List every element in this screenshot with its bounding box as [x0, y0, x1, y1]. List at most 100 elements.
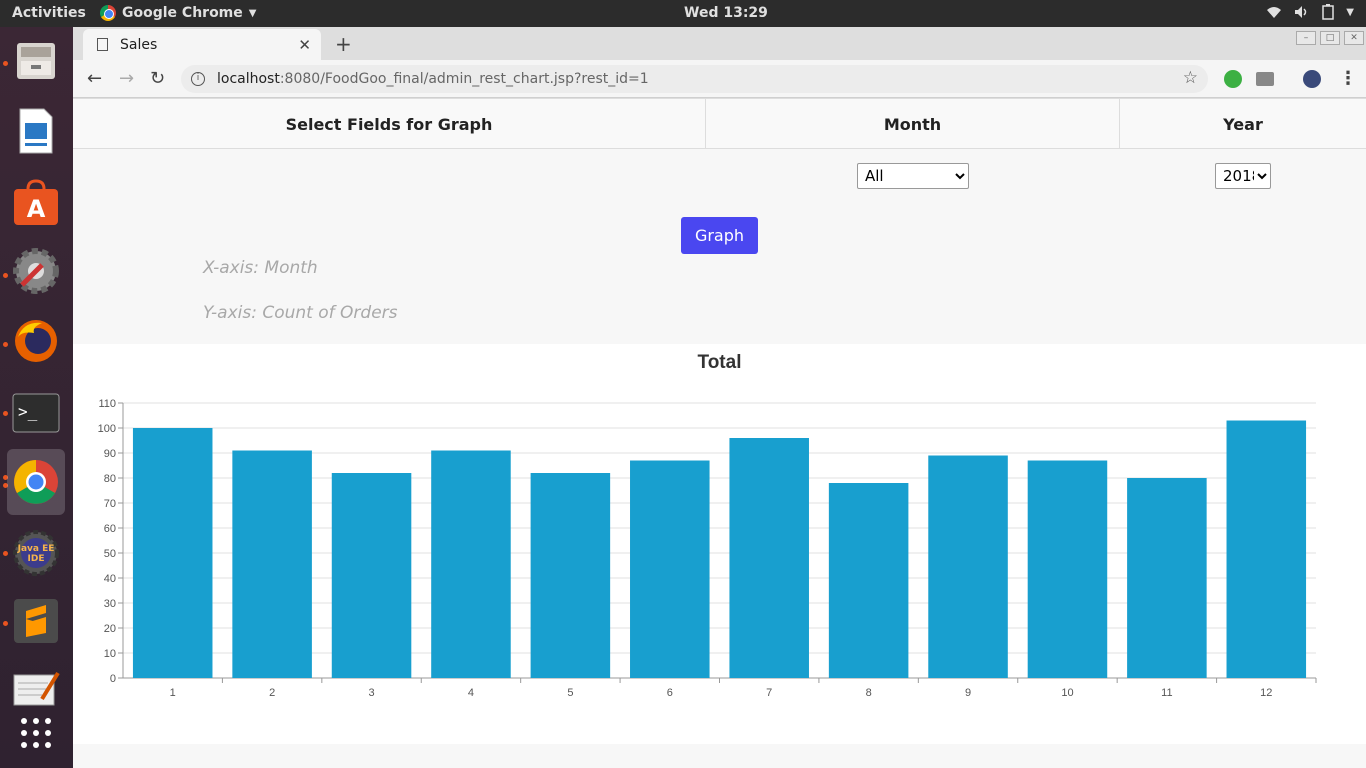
system-settings-icon[interactable]: [10, 245, 62, 297]
y-tick-label: 0: [110, 673, 116, 685]
menu-kebab-icon[interactable]: ⋮: [1339, 68, 1357, 89]
x-tick-label: 9: [965, 687, 971, 699]
reload-icon[interactable]: ↻: [150, 68, 165, 89]
x-tick-label: 3: [368, 687, 374, 699]
sublime-text-icon[interactable]: [10, 595, 62, 647]
y-tick-label: 110: [98, 398, 116, 410]
bar: [132, 428, 213, 678]
page-content: Select Fields for Graph Month Year All 2…: [73, 98, 1366, 768]
x-axis-note: X-axis: Month: [203, 258, 318, 278]
tab-strip: Sales ✕ + – □ ✕: [73, 27, 1366, 60]
header-select-fields: Select Fields for Graph: [73, 99, 706, 149]
x-tick-label: 5: [567, 687, 573, 699]
chevron-down-icon: ▼: [1346, 6, 1354, 18]
graph-button[interactable]: Graph: [681, 217, 758, 254]
year-select[interactable]: 2018: [1215, 163, 1271, 189]
libreoffice-impress-icon[interactable]: [10, 105, 62, 157]
close-window-button[interactable]: ✕: [1344, 31, 1364, 45]
x-tick-label: 1: [170, 687, 176, 699]
chrome-icon: [100, 5, 116, 21]
battery-icon: [1322, 4, 1335, 20]
x-tick-label: 8: [866, 687, 872, 699]
running-indicator: [3, 273, 8, 278]
y-tick-label: 30: [104, 598, 116, 610]
bar: [630, 460, 710, 678]
svg-text:A: A: [27, 195, 46, 223]
system-tray[interactable]: ▼: [1266, 4, 1354, 20]
firefox-icon[interactable]: [10, 315, 62, 367]
fields-header-row: Select Fields for Graph Month Year: [73, 98, 1366, 149]
bar: [1226, 420, 1307, 678]
x-tick-label: 4: [468, 687, 474, 699]
extension-icon[interactable]: [1256, 72, 1274, 86]
running-indicator: [3, 342, 8, 347]
y-tick-label: 20: [104, 623, 116, 635]
new-tab-button[interactable]: +: [335, 32, 352, 56]
minimize-button[interactable]: –: [1296, 31, 1316, 45]
running-indicator: [3, 551, 8, 556]
bar: [331, 473, 412, 678]
terminal-icon[interactable]: >_: [10, 387, 62, 439]
back-icon[interactable]: ←: [87, 68, 102, 89]
bar: [530, 473, 611, 678]
y-tick-label: 90: [104, 448, 116, 460]
y-tick-label: 80: [104, 473, 116, 485]
bar: [1027, 460, 1108, 678]
month-select[interactable]: All: [857, 163, 969, 189]
running-indicator: [3, 621, 8, 626]
app-menu[interactable]: Google Chrome ▼: [100, 5, 256, 21]
url-path: :8080/FoodGoo_final/admin_rest_chart.jsp…: [279, 71, 649, 87]
y-axis-note: Y-axis: Count of Orders: [203, 303, 398, 323]
extension-icon[interactable]: [1224, 70, 1242, 88]
bar: [828, 483, 909, 678]
chevron-down-icon: ▼: [248, 7, 257, 19]
x-tick-label: 6: [667, 687, 673, 699]
x-tick-label: 7: [766, 687, 772, 699]
info-icon[interactable]: i: [191, 72, 205, 86]
bar: [232, 450, 312, 678]
chart-panel: Total 0 10 20 30 40 50 60 70 80 90 100 110 1 2 3 4 5 6 7 8 9…: [73, 344, 1366, 744]
url-host: localhost: [217, 71, 280, 87]
y-tick-label: 40: [104, 573, 116, 585]
browser-toolbar: ← → ↻ i localhost:8080/FoodGoo_final/adm…: [73, 60, 1366, 98]
wifi-icon: [1267, 7, 1282, 18]
svg-text:Java EE: Java EE: [17, 544, 55, 554]
bar-chart: 01020304050607080901001101 2 3 4 5 6 7 8 9 10 11 12: [98, 398, 1317, 699]
dock: A >_ Java EE IDE: [0, 27, 73, 768]
bar: [928, 455, 1008, 678]
show-applications-icon[interactable]: [10, 707, 62, 759]
bar: [1127, 478, 1207, 678]
close-icon[interactable]: ✕: [298, 36, 311, 54]
y-tick-label: 50: [104, 548, 116, 560]
forward-icon[interactable]: →: [119, 68, 134, 89]
svg-text:>_: >_: [18, 402, 38, 421]
bookmark-star-icon[interactable]: ☆: [1183, 68, 1198, 88]
running-indicator: [3, 61, 8, 66]
x-tick-label: 10: [1061, 687, 1073, 699]
eclipse-javaee-icon[interactable]: Java EE IDE: [10, 527, 62, 579]
running-indicator: [3, 411, 8, 416]
clock[interactable]: Wed 13:29: [684, 5, 768, 21]
top-bar: Activities Google Chrome ▼ Wed 13:29 ▼: [0, 0, 1366, 27]
header-year: Year: [1223, 114, 1263, 134]
y-tick-label: 70: [104, 498, 116, 510]
volume-icon: [1295, 6, 1307, 18]
software-center-icon[interactable]: A: [10, 177, 62, 229]
activities-button[interactable]: Activities: [12, 5, 86, 21]
chrome-dock-icon[interactable]: [7, 449, 65, 515]
header-month: Month: [706, 99, 1120, 149]
files-icon[interactable]: [10, 35, 62, 87]
browser-window: Sales ✕ + – □ ✕ ← → ↻ i localhost:8080/F…: [73, 27, 1366, 768]
x-tick-label: 12: [1260, 687, 1272, 699]
bar: [729, 438, 809, 678]
x-tick-label: 11: [1161, 687, 1172, 699]
y-tick-label: 100: [98, 423, 116, 435]
tab-sales[interactable]: Sales ✕: [83, 29, 321, 60]
bar: [431, 450, 511, 678]
address-bar[interactable]: i localhost:8080/FoodGoo_final/admin_res…: [181, 65, 1208, 93]
tab-title: Sales: [120, 36, 158, 53]
page-icon: [97, 38, 108, 51]
maximize-button[interactable]: □: [1320, 31, 1340, 45]
window-controls: – □ ✕: [1296, 31, 1364, 45]
profile-avatar[interactable]: [1303, 70, 1321, 88]
